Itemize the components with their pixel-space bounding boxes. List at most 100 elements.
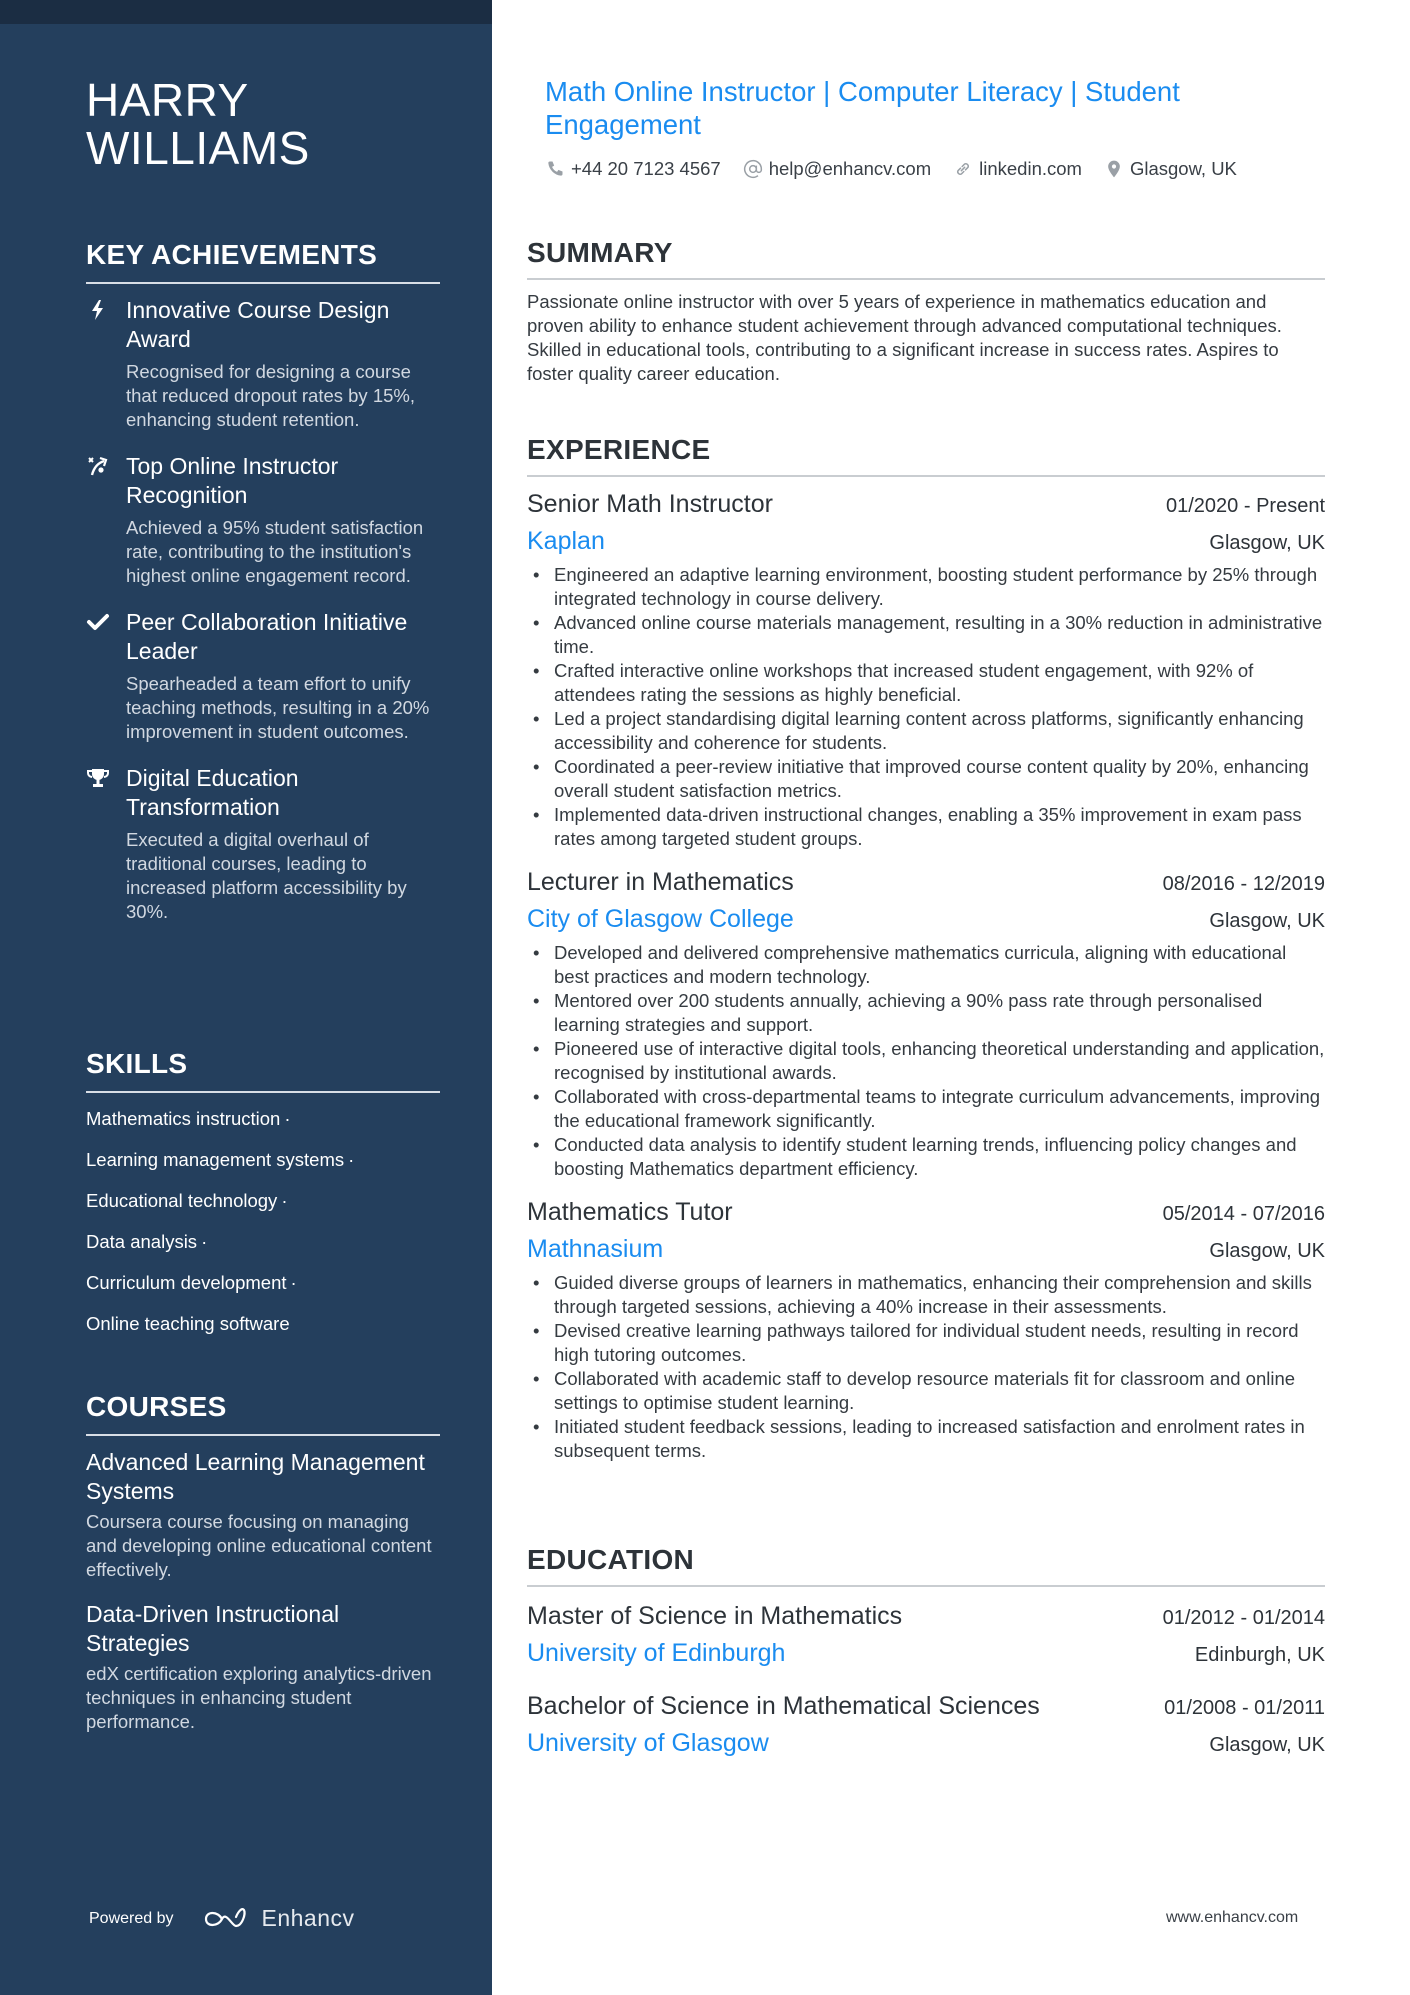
skill-item: Educational technology · <box>86 1189 440 1213</box>
job-bullets: Engineered an adaptive learning environm… <box>527 563 1325 851</box>
link-icon <box>957 163 970 175</box>
company-name[interactable]: Kaplan <box>527 523 605 559</box>
contact-linkedin-text: linkedin.com <box>979 158 1082 179</box>
skill-item: Curriculum development · <box>86 1271 440 1295</box>
summary-text: Passionate online instructor with over 5… <box>527 291 1282 384</box>
bullet-item: Pioneered use of interactive digital too… <box>527 1037 1325 1085</box>
job-title: Mathematics Tutor <box>527 1198 733 1226</box>
achievement-item: Peer Collaboration Initiative Leader Spe… <box>86 608 440 744</box>
job-bullets: Developed and delivered comprehensive ma… <box>527 941 1325 1181</box>
education-heading: EDUCATION <box>527 1543 1325 1587</box>
job-location: Glasgow, UK <box>1209 910 1325 932</box>
company-name[interactable]: City of Glasgow College <box>527 901 794 937</box>
skill-separator: · <box>201 1231 208 1252</box>
bullet-item: Led a project standardising digital lear… <box>527 707 1325 755</box>
skill-item: Mathematics instruction · <box>86 1107 440 1131</box>
bullet-item: Crafted interactive online workshops tha… <box>527 659 1325 707</box>
degree-title: Master of Science in Mathematics <box>527 1602 903 1630</box>
achievement-description: Recognised for designing a course that r… <box>126 361 415 430</box>
location-pin-icon <box>1108 160 1120 178</box>
achievement-title: Digital Education Transformation <box>126 765 299 820</box>
enhancv-brand[interactable]: Enhancv <box>262 1905 355 1932</box>
contact-email[interactable]: help@enhancv.com <box>743 158 931 180</box>
contact-phone[interactable]: +44 20 7123 4567 <box>545 158 721 180</box>
skill-separator: · <box>348 1149 355 1170</box>
school-name[interactable]: University of Edinburgh <box>527 1635 785 1671</box>
sidebar-top-band <box>0 0 492 24</box>
route-arrow-icon <box>86 454 110 478</box>
experience-section: EXPERIENCE Senior Math Instructor 01/202… <box>527 433 1325 1463</box>
bullet-item: Collaborated with cross-departmental tea… <box>527 1085 1325 1133</box>
skill-item: Online teaching software <box>86 1312 440 1336</box>
phone-icon <box>548 161 563 176</box>
education-entry: Bachelor of Science in Mathematical Scie… <box>527 1689 1325 1763</box>
checkmark-icon <box>86 610 110 634</box>
job-title: Lecturer in Mathematics <box>527 868 794 896</box>
summary-section: SUMMARY Passionate online instructor wit… <box>527 236 1325 386</box>
contact-location-text: Glasgow, UK <box>1129 158 1237 179</box>
key-achievements-section: KEY ACHIEVEMENTS Innovative Course Desig… <box>86 238 440 924</box>
course-title: Data-Driven Instructional Strategies <box>86 1601 340 1656</box>
education-dates: 01/2012 - 01/2014 <box>1162 1607 1325 1629</box>
contact-email-text: help@enhancv.com <box>768 158 932 179</box>
powered-by: Powered by Enhancv <box>89 1905 355 1932</box>
powered-by-label: Powered by <box>89 1909 174 1927</box>
experience-entry: Lecturer in Mathematics 08/2016 - 12/201… <box>527 865 1325 1181</box>
school-name[interactable]: University of Glasgow <box>527 1725 769 1761</box>
achievement-item: Digital Education Transformation Execute… <box>86 764 440 924</box>
bullet-item: Devised creative learning pathways tailo… <box>527 1319 1325 1367</box>
contact-phone-text: +44 20 7123 4567 <box>571 158 721 179</box>
course-item: Advanced Learning Management Systems Cou… <box>86 1448 440 1582</box>
bullet-item: Initiated student feedback sessions, lea… <box>527 1415 1325 1463</box>
contact-location: Glasgow, UK <box>1104 158 1237 180</box>
bullet-item: Conducted data analysis to identify stud… <box>527 1133 1325 1181</box>
job-location: Glasgow, UK <box>1209 532 1325 554</box>
courses-section: COURSES Advanced Learning Management Sys… <box>86 1390 440 1734</box>
experience-entry: Senior Math Instructor 01/2020 - Present… <box>527 487 1325 851</box>
education-entry: Master of Science in Mathematics 01/2012… <box>527 1599 1325 1673</box>
company-name[interactable]: Mathnasium <box>527 1231 663 1267</box>
skill-label: Educational technology <box>86 1190 278 1211</box>
achievement-description: Achieved a 95% student satisfaction rate… <box>126 517 424 586</box>
headline: Math Online Instructor | Computer Litera… <box>545 76 1180 140</box>
achievement-title: Peer Collaboration Initiative Leader <box>126 609 408 664</box>
skills-heading: SKILLS <box>86 1047 440 1093</box>
candidate-name: HARRY WILLIAMS <box>86 74 310 174</box>
degree-title: Bachelor of Science in Mathematical Scie… <box>527 1692 1040 1720</box>
trophy-icon <box>86 766 110 790</box>
course-title: Advanced Learning Management Systems <box>86 1449 425 1504</box>
skill-label: Learning management systems <box>86 1149 345 1170</box>
job-dates: 01/2020 - Present <box>1166 495 1325 517</box>
at-sign-icon <box>743 159 762 179</box>
achievement-title: Top Online Instructor Recognition <box>126 453 339 508</box>
enhancv-logo-icon <box>202 1906 250 1932</box>
achievement-item: Top Online Instructor Recognition Achiev… <box>86 452 440 588</box>
education-location: Edinburgh, UK <box>1194 1644 1325 1666</box>
education-location: Glasgow, UK <box>1209 1734 1325 1756</box>
bullet-item: Coordinated a peer-review initiative tha… <box>527 755 1325 803</box>
courses-heading: COURSES <box>86 1390 440 1436</box>
job-dates: 08/2016 - 12/2019 <box>1162 873 1325 895</box>
summary-heading: SUMMARY <box>527 236 1325 280</box>
key-achievements-heading: KEY ACHIEVEMENTS <box>86 238 440 284</box>
bullet-item: Implemented data-driven instructional ch… <box>527 803 1325 851</box>
course-description: Coursera course focusing on managing and… <box>86 1511 432 1580</box>
skill-separator: · <box>284 1108 291 1129</box>
bullet-item: Developed and delivered comprehensive ma… <box>527 941 1325 989</box>
achievement-description: Executed a digital overhaul of tradition… <box>126 829 407 922</box>
skill-label: Mathematics instruction <box>86 1108 281 1129</box>
skills-section: SKILLS Mathematics instruction · Learning… <box>86 1047 440 1336</box>
contact-bar: +44 20 7123 4567 help@enhancv.com linked… <box>545 158 1259 180</box>
job-bullets: Guided diverse groups of learners in mat… <box>527 1271 1325 1463</box>
skill-separator: · <box>281 1190 288 1211</box>
job-title: Senior Math Instructor <box>527 490 773 518</box>
bullet-item: Advanced online course materials managem… <box>527 611 1325 659</box>
education-section: EDUCATION Master of Science in Mathemati… <box>527 1543 1325 1763</box>
skill-item: Data analysis · <box>86 1230 440 1254</box>
footer-website-link[interactable]: www.enhancv.com <box>1166 1909 1298 1927</box>
job-dates: 05/2014 - 07/2016 <box>1162 1203 1325 1225</box>
contact-linkedin[interactable]: linkedin.com <box>953 158 1082 180</box>
job-location: Glasgow, UK <box>1209 1240 1325 1262</box>
skill-label: Online teaching software <box>86 1313 290 1334</box>
bullet-item: Collaborated with academic staff to deve… <box>527 1367 1325 1415</box>
